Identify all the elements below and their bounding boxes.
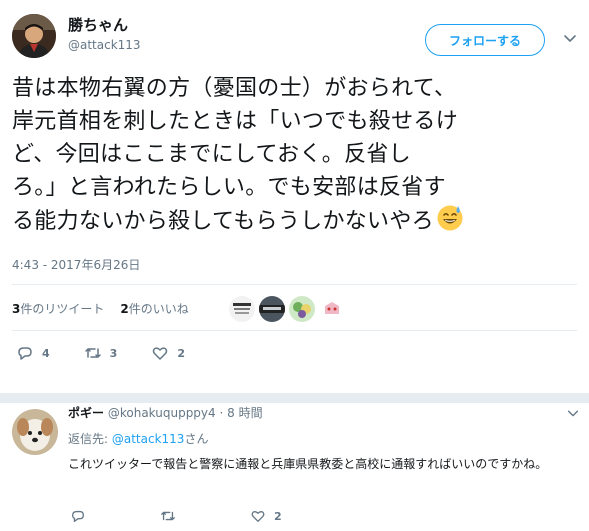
reply-icon: [72, 510, 84, 522]
heart-icon: [153, 347, 168, 360]
tweet-text-line: ど、今回はここまでにしておく。反省し: [12, 142, 411, 167]
tweet-actions: 4 3 2: [16, 344, 219, 362]
chevron-down-icon[interactable]: [566, 406, 580, 420]
retweet-stat-label: 件のリツイート: [20, 301, 105, 316]
reply-retweet-button[interactable]: [160, 508, 184, 524]
author-name[interactable]: 勝ちゃん: [68, 14, 141, 36]
reply-header: ポギー @kohakuqupppy4 · 8 時間: [68, 404, 263, 422]
reply-count: 4: [42, 346, 50, 360]
reply-to-prefix: 返信先:: [68, 432, 112, 446]
author-avatar[interactable]: [12, 14, 56, 58]
reply-author-handle[interactable]: @kohakuqupppy4: [108, 406, 216, 420]
like-stat-label: 件のいいね: [128, 301, 189, 316]
liker-avatars: [229, 296, 345, 322]
liker-avatar[interactable]: [289, 296, 315, 322]
retweet-button[interactable]: 3: [84, 344, 118, 362]
liker-avatar[interactable]: [229, 296, 255, 322]
retweet-count: 3: [109, 346, 118, 360]
tweet-text-line: ろ。」と言われたらしい。でも安部は反省す: [12, 175, 446, 200]
reply-time[interactable]: · 8 時間: [220, 406, 263, 420]
tweet-timestamp[interactable]: 4:43 - 2017年6月26日: [12, 256, 140, 273]
reply-to-suffix: さん: [184, 432, 209, 446]
main-tweet: 勝ちゃん @attack113 フォローする 昔は本物右翼の方（憂国の士）がおら…: [0, 0, 589, 393]
author-info: 勝ちゃん @attack113: [68, 14, 141, 54]
reply-to-handle-link[interactable]: @attack113: [112, 432, 185, 446]
tweet-text: 昔は本物右翼の方（憂国の士）がおられて、 岸元首相を刺したときは「いつでも殺せる…: [12, 72, 582, 238]
tweet-text-line-last: る能力ないから殺してもらうしかないやろ: [12, 204, 582, 238]
reply-icon: [18, 347, 32, 360]
tweet-text-line: 昔は本物右翼の方（憂国の士）がおられて、: [12, 76, 457, 101]
reply-button[interactable]: 4: [16, 344, 50, 362]
tweet-stats: 3件のリツイート 2件のいいね: [12, 296, 205, 320]
retweet-icon: [84, 348, 101, 358]
section-separator: [0, 393, 589, 403]
reply-reply-button[interactable]: [70, 508, 94, 524]
reply-text: これツイッターで報告と警察に通報と兵庫県県教委と高校に通報すればいいのですかね。: [68, 457, 548, 471]
like-stat[interactable]: 2件のいいね: [120, 300, 188, 317]
heart-icon: [251, 511, 265, 522]
like-button[interactable]: 2: [151, 344, 185, 362]
chevron-down-icon[interactable]: [562, 30, 578, 46]
sweat-smile-emoji-icon: [437, 205, 463, 231]
reply-author-name[interactable]: ポギー: [68, 406, 104, 420]
liker-avatar[interactable]: [259, 296, 285, 322]
retweet-icon: [161, 511, 175, 521]
tweet-text-line-content: る能力ないから殺してもらうしかないやろ: [12, 209, 434, 234]
tweet-text-line: 岸元首相を刺したときは「いつでも殺せるけ: [12, 109, 459, 134]
divider: [12, 330, 577, 331]
reply-author-avatar[interactable]: [12, 409, 58, 455]
liker-avatar[interactable]: [319, 296, 345, 322]
reply-actions: 2: [70, 508, 348, 524]
like-count: 2: [177, 346, 185, 360]
divider: [12, 284, 577, 285]
reply-like-button[interactable]: 2: [250, 508, 282, 524]
reply-like-count: 2: [274, 509, 282, 523]
retweet-stat[interactable]: 3件のリツイート: [12, 300, 104, 317]
author-handle[interactable]: @attack113: [68, 36, 141, 54]
follow-button[interactable]: フォローする: [425, 24, 545, 56]
reply-to-line: 返信先: @attack113さん: [68, 430, 208, 447]
like-stat-count: 2: [120, 301, 129, 316]
